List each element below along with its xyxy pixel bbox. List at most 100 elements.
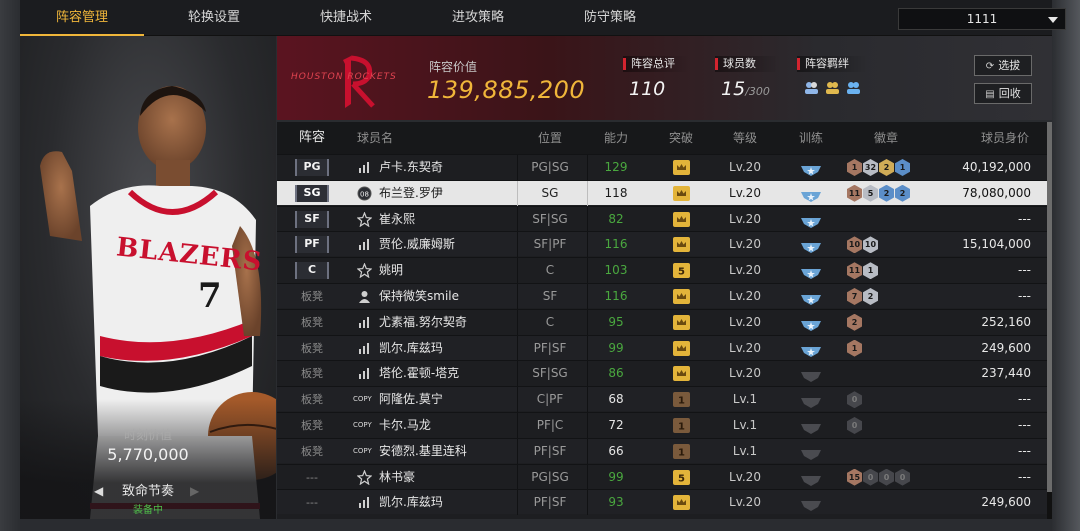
scrollbar-thumb[interactable]	[1047, 122, 1052, 492]
player-name-cell[interactable]: 08 布兰登.罗伊	[353, 181, 513, 206]
badge-list[interactable]: 11 1	[847, 262, 878, 280]
table-row[interactable]: 板凳 COPY 阿隆佐.莫宁 C|PF 68 1 Lv.1 0 ---	[277, 386, 1047, 413]
badge-list[interactable]: 11 5 2 2	[847, 184, 910, 202]
star-icon	[356, 468, 373, 485]
table-row[interactable]: 板凳 凯尔.库兹玛 PF|SF 99 Lv.20 1 249,600	[277, 334, 1047, 361]
table-row[interactable]: 板凳 COPY 安德烈.基里连科 PF|SF 66 1 Lv.1 ---	[277, 437, 1047, 464]
col-header-name: 球员名	[357, 131, 394, 145]
player-level: Lv.20	[729, 237, 761, 252]
player-level: Lv.20	[729, 185, 761, 200]
badge-hex-icon: 10	[847, 236, 862, 254]
training-icon[interactable]	[801, 213, 821, 228]
breakthrough-icon[interactable]: 1	[673, 443, 690, 459]
training-icon[interactable]	[801, 471, 821, 486]
badge-list[interactable]: 1 32 2 1	[847, 159, 910, 176]
table-row[interactable]: PG 卢卡.东契奇 PG|SG 129 Lv.20 1 32 2 1 40,192,000	[277, 154, 1047, 180]
player-card[interactable]: BLAZERS 7 时刻价值 5,770,000 ◀ ▶ 致命节奏 装备中	[20, 36, 276, 519]
table-row[interactable]: 板凳 塔伦.霍顿-塔克 SF|SG 86 Lv.20 237,440	[277, 360, 1047, 387]
chemistry-icon-2[interactable]	[824, 80, 841, 95]
player-name-cell[interactable]: 保持微笑smile	[353, 284, 513, 309]
table-row[interactable]: 板凳 尤素福.努尔契奇 C 95 Lv.20 2 252,160	[277, 308, 1047, 335]
player-name-cell[interactable]: 姚明	[353, 258, 513, 283]
player-name-cell[interactable]: 塔伦.霍顿-塔克	[353, 361, 513, 386]
chemistry-icon-1[interactable]	[803, 80, 820, 95]
training-icon[interactable]	[801, 187, 821, 202]
breakthrough-icon[interactable]	[673, 495, 690, 511]
tab-defense[interactable]: 防守策略	[548, 0, 672, 36]
player-name: 塔伦.霍顿-塔克	[379, 366, 460, 381]
select-button[interactable]: ⟳ 选拔	[974, 55, 1032, 76]
roster-scrollbar[interactable]	[1047, 122, 1052, 519]
player-ability: 103	[604, 263, 628, 278]
player-name-cell[interactable]: 贾伦.威廉姆斯	[353, 232, 513, 257]
player-name-cell[interactable]: 林书豪	[353, 465, 513, 490]
star-icon	[356, 210, 373, 227]
training-icon[interactable]	[801, 290, 821, 305]
table-row[interactable]: 板凳 保持微笑smile SF 116 Lv.20 7 2 ---	[277, 283, 1047, 309]
tab-quick-tactics[interactable]: 快捷战术	[284, 0, 408, 36]
training-icon[interactable]	[801, 419, 821, 434]
table-row[interactable]: SG 08 布兰登.罗伊 SG 118 Lv.20 11 5 2 2 78,080,000	[277, 179, 1047, 206]
breakthrough-icon[interactable]: 5	[673, 263, 690, 279]
badge-hex-icon: 11	[847, 262, 862, 280]
player-level: Lv.1	[732, 392, 758, 407]
player-name-cell[interactable]: COPY 卡尔.马龙	[353, 413, 513, 438]
player-name-cell[interactable]: 崔永熙	[353, 207, 513, 232]
player-name-cell[interactable]: 凯尔.库兹玛	[353, 336, 513, 361]
training-icon[interactable]	[801, 161, 821, 176]
table-row[interactable]: SF 崔永熙 SF|SG 82 Lv.20 ---	[277, 205, 1047, 232]
badge-list[interactable]: 0	[847, 417, 862, 434]
training-icon[interactable]	[801, 316, 821, 331]
training-icon[interactable]	[801, 342, 821, 357]
breakthrough-icon[interactable]	[673, 211, 690, 227]
table-row[interactable]: C 姚明 C 103 5 Lv.20 11 1 ---	[277, 257, 1047, 284]
player-name-cell[interactable]: 凯尔.库兹玛	[353, 490, 513, 515]
breakthrough-icon[interactable]: 5	[673, 469, 690, 485]
breakthrough-icon[interactable]	[673, 314, 690, 330]
tab-offense[interactable]: 进攻策略	[416, 0, 540, 36]
training-icon[interactable]	[801, 445, 821, 460]
svg-text:1: 1	[678, 396, 685, 407]
badge-list[interactable]: 0	[847, 391, 862, 409]
table-row[interactable]: 板凳 COPY 卡尔.马龙 PF|C 72 1 Lv.1 0 ---	[277, 412, 1047, 438]
tab-rotation[interactable]: 轮换设置	[152, 0, 276, 36]
lineup-dropdown[interactable]: 1111	[898, 8, 1066, 30]
breakthrough-icon[interactable]	[673, 185, 690, 201]
training-icon[interactable]	[801, 367, 821, 383]
player-ability: 72	[608, 418, 624, 432]
breakthrough-icon[interactable]	[673, 237, 690, 253]
chemistry-icons[interactable]	[803, 80, 867, 95]
training-icon[interactable]	[801, 238, 821, 254]
badge-list[interactable]: 72	[847, 288, 878, 305]
badge-hex-icon: 15	[847, 468, 862, 486]
training-icon[interactable]	[801, 264, 821, 280]
breakthrough-icon[interactable]	[673, 289, 690, 304]
player-position: SG	[541, 185, 559, 200]
table-row[interactable]: PF 贾伦.威廉姆斯 SF|PF 116 Lv.20 10 10 15,104,000	[277, 231, 1047, 258]
badge-list[interactable]: 15 0 0 0	[847, 468, 910, 486]
recycle-button[interactable]: ▤ 回收	[974, 83, 1032, 104]
col-header-slot: 阵容	[298, 130, 325, 145]
player-name-cell[interactable]: 卢卡.东契奇	[353, 155, 513, 180]
breakthrough-icon[interactable]	[673, 366, 690, 382]
breakthrough-icon[interactable]	[673, 340, 690, 356]
training-icon[interactable]	[801, 393, 821, 409]
breakthrough-icon[interactable]	[673, 160, 690, 175]
tab-lineup[interactable]: 阵容管理	[20, 0, 144, 36]
chemistry-icon-3[interactable]	[845, 80, 862, 95]
slot-badge: C	[295, 262, 329, 280]
badge-list[interactable]: 2	[847, 313, 862, 331]
bars-icon	[357, 366, 372, 381]
player-level: Lv.20	[729, 289, 761, 303]
player-name-cell[interactable]: COPY 安德烈.基里连科	[353, 439, 513, 464]
breakthrough-icon[interactable]: 1	[673, 418, 690, 433]
training-icon[interactable]	[801, 496, 821, 512]
table-row[interactable]: --- 林书豪 PG|SG 99 5 Lv.20 15 0 0 0 ---	[277, 463, 1047, 490]
badge-hex-icon: 11	[847, 184, 862, 202]
badge-list[interactable]: 1	[847, 339, 862, 357]
player-name-cell[interactable]: 尤素福.努尔契奇	[353, 310, 513, 335]
breakthrough-icon[interactable]: 1	[673, 392, 690, 408]
player-name-cell[interactable]: COPY 阿隆佐.莫宁	[353, 387, 513, 412]
table-row[interactable]: --- 凯尔.库兹玛 PF|SF 93 Lv.20 249,600	[277, 489, 1047, 516]
badge-list[interactable]: 10 10	[847, 236, 878, 254]
